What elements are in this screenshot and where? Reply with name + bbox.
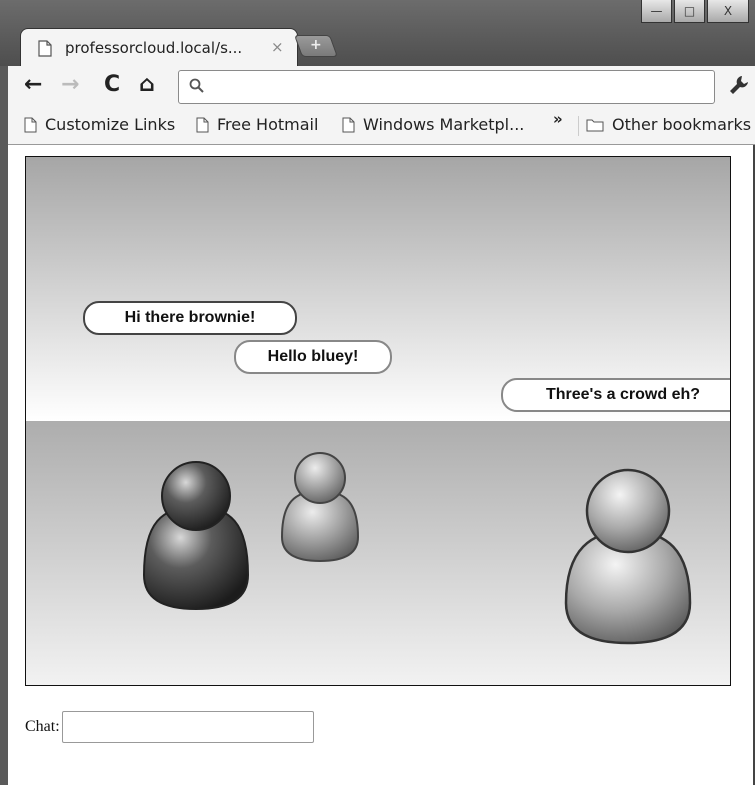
search-icon [189,78,204,93]
bookmark-customize-links[interactable]: Customize Links [24,115,175,134]
tab-close-button[interactable]: × [271,38,284,56]
speech-bubble: Three's a crowd eh? [501,378,730,412]
address-bar[interactable] [178,70,715,104]
avatar-third [564,468,692,645]
window-controls: — □ X [639,0,749,24]
avatar-bluey [280,452,360,563]
page-icon [24,117,37,132]
chat-bar: Chat: [25,711,314,743]
bookmarks-overflow-button[interactable]: » [553,110,563,128]
chat-label: Chat: [25,718,60,735]
wrench-icon[interactable] [728,74,750,96]
plus-icon: + [309,37,322,53]
back-button[interactable]: ← [24,74,42,96]
reload-button[interactable]: C [104,74,120,96]
bookmark-label: Free Hotmail [217,115,319,134]
close-window-button[interactable]: X [707,0,749,23]
bookmark-label: Customize Links [45,115,176,134]
avatars-layer [142,452,692,645]
forward-button[interactable]: → [61,74,79,96]
page-icon [342,117,355,132]
navigation-toolbar: ← → C ⌂ [8,66,755,108]
page-icon [196,117,209,132]
title-bar: — □ X professorcloud.local/s... × + [0,0,755,67]
speech-bubble: Hi there brownie! [83,301,297,335]
new-tab-button[interactable]: + [293,35,339,57]
home-button[interactable]: ⌂ [139,74,155,96]
minimize-button[interactable]: — [641,0,672,23]
other-bookmarks[interactable]: Other bookmarks [586,115,751,134]
folder-icon [586,119,604,132]
chat-stage: Hi there brownie! Hello bluey! Three's a… [25,156,731,686]
other-bookmarks-label: Other bookmarks [612,115,752,134]
divider [578,116,579,136]
avatar-brownie [142,461,250,611]
speech-bubble: Hello bluey! [234,340,392,374]
address-input[interactable] [209,77,703,97]
bookmark-free-hotmail[interactable]: Free Hotmail [196,115,318,134]
page-content: Hi there brownie! Hello bluey! Three's a… [8,145,755,785]
browser-window: — □ X professorcloud.local/s... × + ← → … [0,0,755,785]
bookmark-label: Windows Marketpl... [363,115,525,134]
bookmark-windows-marketplace[interactable]: Windows Marketpl... [342,115,524,134]
chat-input[interactable] [61,711,314,743]
page-icon [38,40,52,57]
maximize-button[interactable]: □ [674,0,705,23]
tab-title: professorcloud.local/s... [65,39,243,57]
bookmarks-bar: Customize Links Free Hotmail Windows Mar… [8,108,755,145]
browser-tab[interactable]: professorcloud.local/s... × [20,28,298,67]
